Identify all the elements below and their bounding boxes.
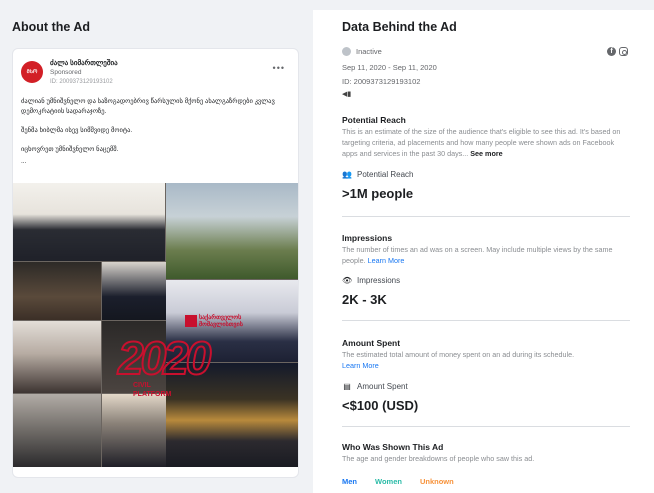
page-avatar[interactable]: ᲛᲡᲝ bbox=[21, 61, 43, 83]
legend-men[interactable]: Men bbox=[342, 477, 357, 486]
logo-small-text: საქართველოს მომავლისთვის bbox=[199, 315, 243, 328]
ad-body-line: იცხოვრეთ უმნიშვნელო ნაცემშ. bbox=[21, 146, 119, 153]
amount-spent-desc-text: The estimated total amount of money spen… bbox=[342, 350, 575, 359]
page-name[interactable]: ძალა სიმართლეშია bbox=[50, 59, 118, 67]
collage-photo bbox=[102, 262, 166, 320]
ad-body-text: ძალიან უმნიშვნელო და საზოგადოებრივ წარსუ… bbox=[21, 97, 291, 176]
more-options-icon[interactable]: ••• bbox=[273, 63, 285, 73]
ad-body-line: ძალიან უმნიშვნელო და საზოგადოებრივ წარსუ… bbox=[21, 98, 275, 115]
instagram-icon bbox=[619, 47, 628, 56]
ad-image-collage[interactable]: საქართველოს მომავლისთვის 2020 CIVIL PLAT… bbox=[13, 183, 298, 467]
who-shown-desc: The age and gender breakdowns of people … bbox=[342, 454, 535, 463]
megaphone-icon: ◀▮ bbox=[342, 91, 352, 98]
ad-id: ID: 2009373129193102 bbox=[342, 77, 421, 86]
logo-square-icon bbox=[185, 315, 197, 327]
potential-reach-value: >1M people bbox=[342, 186, 414, 201]
impressions-desc: The number of times an ad was on a scree… bbox=[342, 244, 631, 266]
inactive-status-icon bbox=[342, 47, 351, 56]
amount-spent-label: ▤ Amount Spent bbox=[342, 382, 408, 391]
potential-reach-title: Potential Reach bbox=[342, 115, 406, 125]
gender-legend: Men Women Unknown bbox=[342, 477, 454, 486]
receipt-icon: ▤ bbox=[343, 382, 351, 391]
impressions-label-text: Impressions bbox=[357, 276, 401, 285]
ad-body-line: ... bbox=[21, 158, 27, 165]
legend-unknown[interactable]: Unknown bbox=[420, 477, 454, 486]
see-more-link[interactable]: See more bbox=[470, 149, 502, 158]
collage-photo bbox=[13, 262, 101, 320]
logo-year: 2020 bbox=[117, 331, 212, 385]
about-ad-panel: About the Ad ᲛᲡᲝ ძალა სიმართლეშია Sponso… bbox=[0, 0, 313, 493]
status-row: Inactive bbox=[342, 47, 382, 56]
impressions-learn-more-link[interactable]: Learn More bbox=[368, 256, 405, 265]
collage-photo bbox=[102, 394, 166, 467]
collage-photo bbox=[166, 183, 298, 279]
divider bbox=[342, 426, 630, 427]
amount-spent-title: Amount Spent bbox=[342, 338, 401, 348]
logo-civil-platform: CIVIL PLATFORM bbox=[133, 382, 172, 398]
divider bbox=[342, 320, 630, 321]
impressions-title: Impressions bbox=[342, 233, 393, 243]
data-behind-ad-title: Data Behind the Ad bbox=[342, 20, 457, 34]
impressions-label: 👁 Impressions bbox=[342, 276, 400, 285]
sponsored-label: Sponsored bbox=[50, 69, 82, 76]
amount-spent-learn-more-link[interactable]: Learn More bbox=[342, 361, 379, 370]
divider bbox=[342, 216, 630, 217]
amount-spent-value: <$100 (USD) bbox=[342, 398, 419, 413]
platform-icons: f bbox=[607, 47, 628, 56]
potential-reach-desc: This is an estimate of the size of the a… bbox=[342, 126, 631, 159]
run-dates: Sep 11, 2020 - Sep 11, 2020 bbox=[342, 63, 437, 72]
ad-preview-card: ᲛᲡᲝ ძალა სიმართლეშია Sponsored ID: 20093… bbox=[12, 48, 299, 478]
facebook-icon: f bbox=[607, 47, 616, 56]
potential-reach-label-text: Potential Reach bbox=[357, 170, 414, 179]
collage-photo bbox=[13, 394, 101, 467]
ad-body-line: შენმა ხიბლმა ისევ სიმშვიდე მოიტა. bbox=[21, 127, 133, 134]
amount-spent-desc: The estimated total amount of money spen… bbox=[342, 349, 631, 371]
people-icon: 👥 bbox=[342, 170, 352, 179]
ad-header: ᲛᲡᲝ ძალა სიმართლეშია Sponsored ID: 20093… bbox=[21, 59, 293, 91]
impressions-value: 2K - 3K bbox=[342, 292, 387, 307]
about-ad-title: About the Ad bbox=[12, 20, 90, 34]
amount-spent-label-text: Amount Spent bbox=[357, 382, 408, 391]
legend-women[interactable]: Women bbox=[375, 477, 402, 486]
eye-icon: 👁 bbox=[342, 276, 353, 285]
who-shown-title: Who Was Shown This Ad bbox=[342, 442, 444, 452]
ad-id-small: ID: 2009373129193102 bbox=[50, 79, 113, 85]
status-text: Inactive bbox=[356, 47, 382, 56]
collage-photo bbox=[13, 183, 165, 261]
data-behind-ad-panel: Data Behind the Ad f Inactive Sep 11, 20… bbox=[313, 10, 654, 493]
potential-reach-label: 👥 Potential Reach bbox=[342, 170, 413, 179]
collage-photo bbox=[13, 321, 101, 393]
